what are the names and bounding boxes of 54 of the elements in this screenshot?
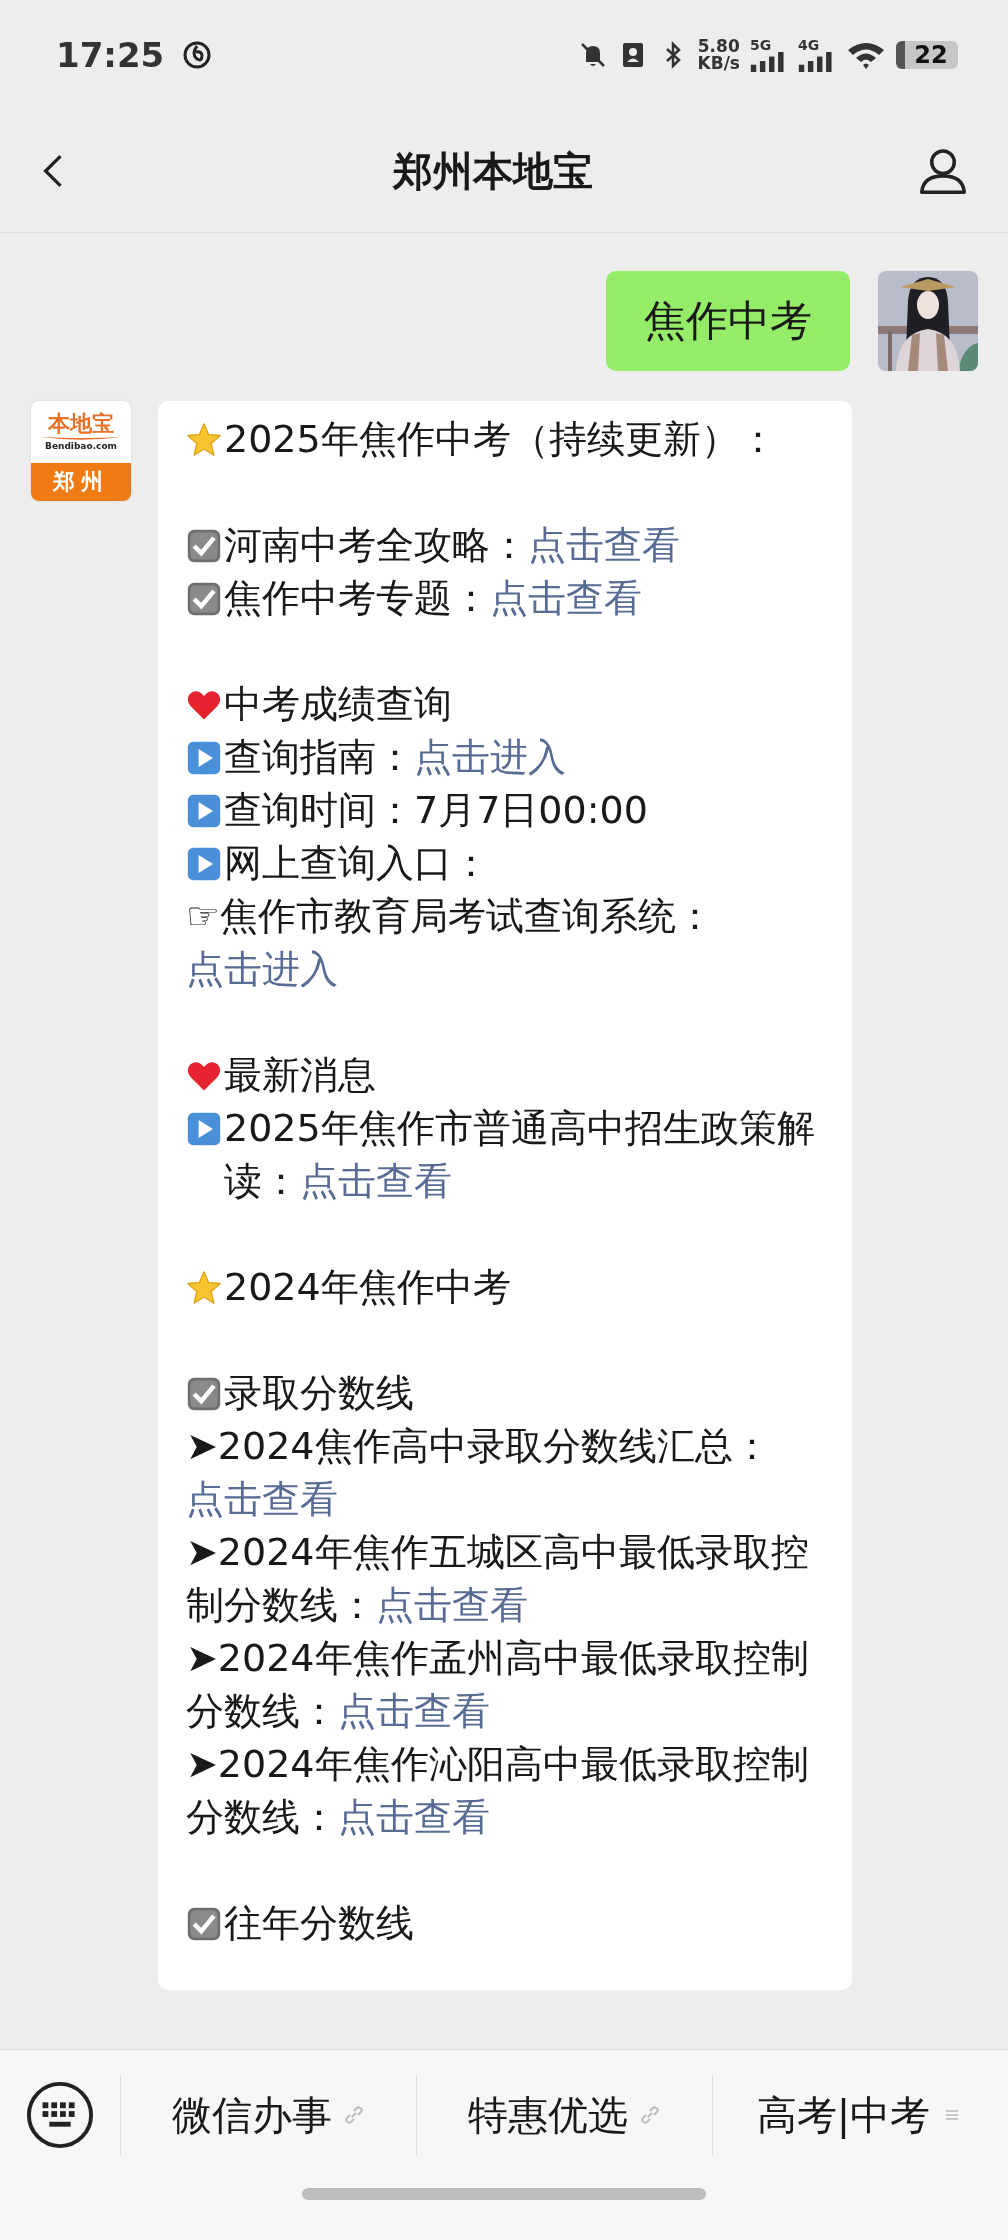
- link[interactable]: 点击查看: [376, 1583, 528, 1627]
- network-type: 4G: [798, 38, 820, 52]
- network-type: 5G: [750, 38, 772, 52]
- logo-site: Bendibao.com: [45, 441, 117, 452]
- message-line: ➤2024焦作高中录取分数线汇总： 点击查看: [186, 1423, 772, 1523]
- sent-message: 焦作中考: [606, 271, 850, 371]
- message-line: 河南中考全攻略：点击查看: [224, 522, 681, 569]
- play-icon: [186, 793, 222, 829]
- checkbox-icon: [186, 1906, 222, 1942]
- status-time: 17:25: [56, 35, 165, 75]
- message-line: 2025年焦作市普通高中招生政策解读：点击查看: [224, 1105, 816, 1205]
- menu-tab[interactable]: 高考|中考: [713, 2075, 1008, 2155]
- message-line: ➤2024年焦作沁阳高中最低录取控制分数线：点击查看: [186, 1741, 810, 1841]
- message-line: 2025年焦作中考（持续更新）：: [224, 416, 778, 463]
- link[interactable]: 点击进入: [186, 947, 338, 991]
- star-icon: [186, 1270, 222, 1306]
- message-line: 查询时间：7月7日00:00: [224, 787, 649, 834]
- net-speed-unit: KB/s: [697, 55, 740, 72]
- menu-tab[interactable]: 微信办事: [121, 2075, 416, 2155]
- wifi-icon: [846, 40, 886, 70]
- message-line: 录取分数线: [224, 1370, 415, 1417]
- link[interactable]: 点击查看: [338, 1689, 490, 1733]
- message-line: 最新消息: [224, 1052, 377, 1099]
- checkbox-icon: [186, 581, 222, 617]
- star-icon: [186, 422, 222, 458]
- logo-name: 本地宝: [48, 412, 114, 436]
- menu-tab[interactable]: 特惠优选: [417, 2075, 712, 2155]
- play-icon: [186, 1111, 222, 1147]
- play-icon: [186, 846, 222, 882]
- message-line: 网上查询入口：: [224, 840, 491, 887]
- message-line: 焦作中考专题：点击查看: [224, 575, 643, 622]
- battery-icon: 22: [896, 41, 958, 69]
- message-line: 查询指南：点击进入: [224, 734, 567, 781]
- message-line: ➤2024年焦作孟州高中最低录取控制分数线：点击查看: [186, 1635, 810, 1735]
- message-line: 往年分数线: [224, 1900, 415, 1947]
- link[interactable]: 点击查看: [338, 1795, 490, 1839]
- checkbox-icon: [186, 528, 222, 564]
- link[interactable]: 点击查看: [490, 576, 642, 620]
- music-app-icon: [182, 40, 213, 70]
- play-icon: [186, 740, 222, 776]
- link[interactable]: 点击查看: [528, 523, 680, 567]
- message-line: 2024年焦作中考: [224, 1264, 512, 1311]
- message-line: ☞焦作市教育局考试查询系统： 点击进入: [186, 893, 716, 993]
- chat-title: 郑州本地宝: [393, 146, 593, 196]
- link[interactable]: 点击进入: [414, 735, 566, 779]
- link[interactable]: 点击查看: [300, 1159, 452, 1203]
- checkbox-icon: [186, 1376, 222, 1412]
- net-speed-value: 5.80: [697, 38, 740, 55]
- link[interactable]: 点击查看: [186, 1477, 338, 1521]
- keyboard-icon[interactable]: [26, 2081, 94, 2149]
- message-line: ➤2024年焦作五城区高中最低录取控制分数线：点击查看: [186, 1529, 810, 1629]
- person-icon[interactable]: [918, 146, 968, 196]
- logo-city: 郑州: [53, 468, 109, 496]
- message-line: 中考成绩查询: [224, 681, 453, 728]
